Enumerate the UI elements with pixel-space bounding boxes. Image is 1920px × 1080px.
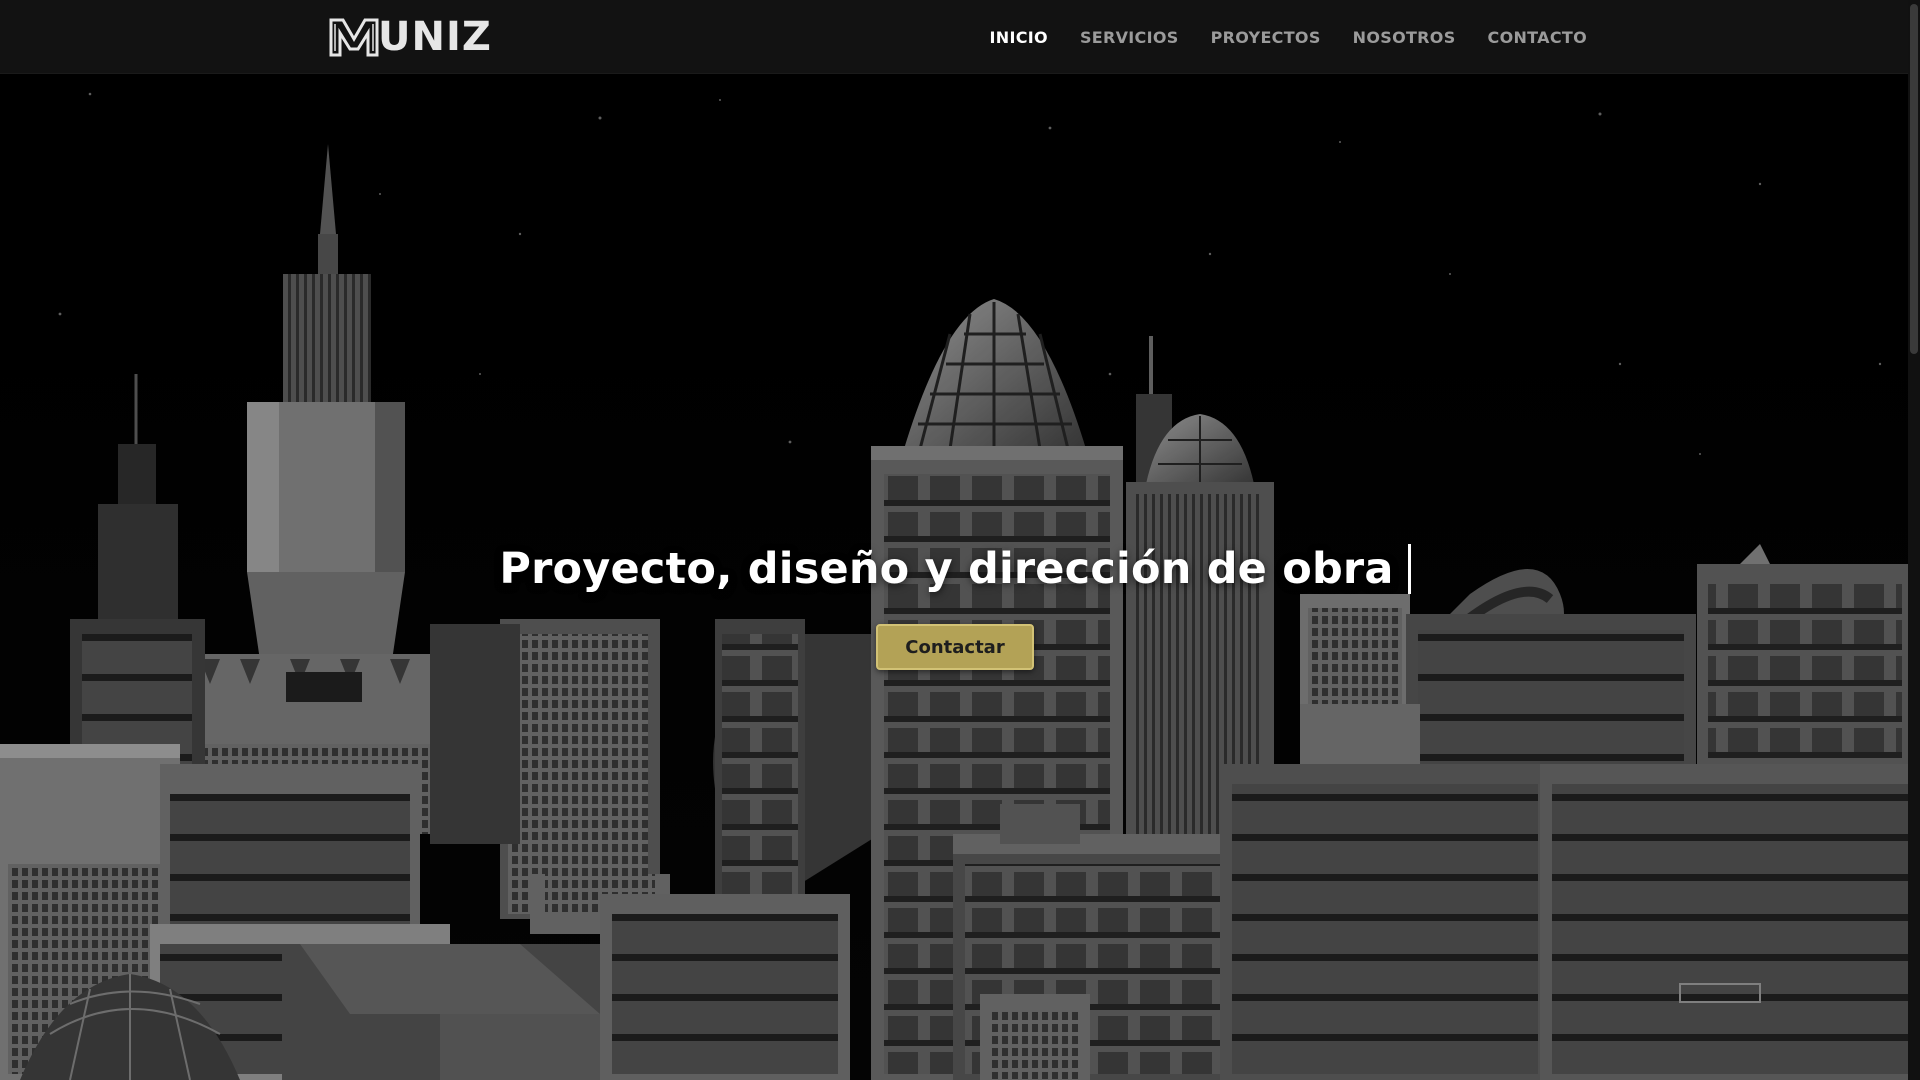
nav-link-inicio[interactable]: INICIO (990, 28, 1048, 47)
site-header: UNIZ INICIO SERVICIOS PROYECTOS NOSOTROS… (0, 0, 1920, 74)
contact-button[interactable]: Contactar (876, 624, 1034, 670)
main-nav: INICIO SERVICIOS PROYECTOS NOSOTROS CONT… (990, 0, 1587, 74)
nav-item-inicio: INICIO (990, 28, 1048, 47)
nav-item-servicios: SERVICIOS (1080, 28, 1179, 47)
hero-heading-text: Proyecto, diseño y dirección de obra (499, 544, 1394, 594)
nav-item-nosotros: NOSOTROS (1353, 28, 1456, 47)
logo-link[interactable]: UNIZ (328, 14, 492, 60)
logo-text: UNIZ (378, 14, 492, 60)
nav-link-contacto[interactable]: CONTACTO (1488, 28, 1587, 47)
nav-link-nosotros[interactable]: NOSOTROS (1353, 28, 1456, 47)
nav-link-servicios[interactable]: SERVICIOS (1080, 28, 1179, 47)
nav-link-proyectos[interactable]: PROYECTOS (1211, 28, 1321, 47)
scrollbar-thumb[interactable] (1910, 4, 1918, 354)
muniz-m-logo-icon (329, 18, 379, 57)
nav-item-contacto: CONTACTO (1488, 28, 1587, 47)
hero-section: Proyecto, diseño y dirección de obra Con… (0, 74, 1920, 1080)
typing-cursor-icon (1407, 544, 1411, 594)
page-scrollbar[interactable] (1908, 0, 1920, 1080)
hero-heading: Proyecto, diseño y dirección de obra (499, 544, 1411, 594)
nav-item-proyectos: PROYECTOS (1211, 28, 1321, 47)
hero-content: Proyecto, diseño y dirección de obra Con… (0, 544, 1910, 670)
